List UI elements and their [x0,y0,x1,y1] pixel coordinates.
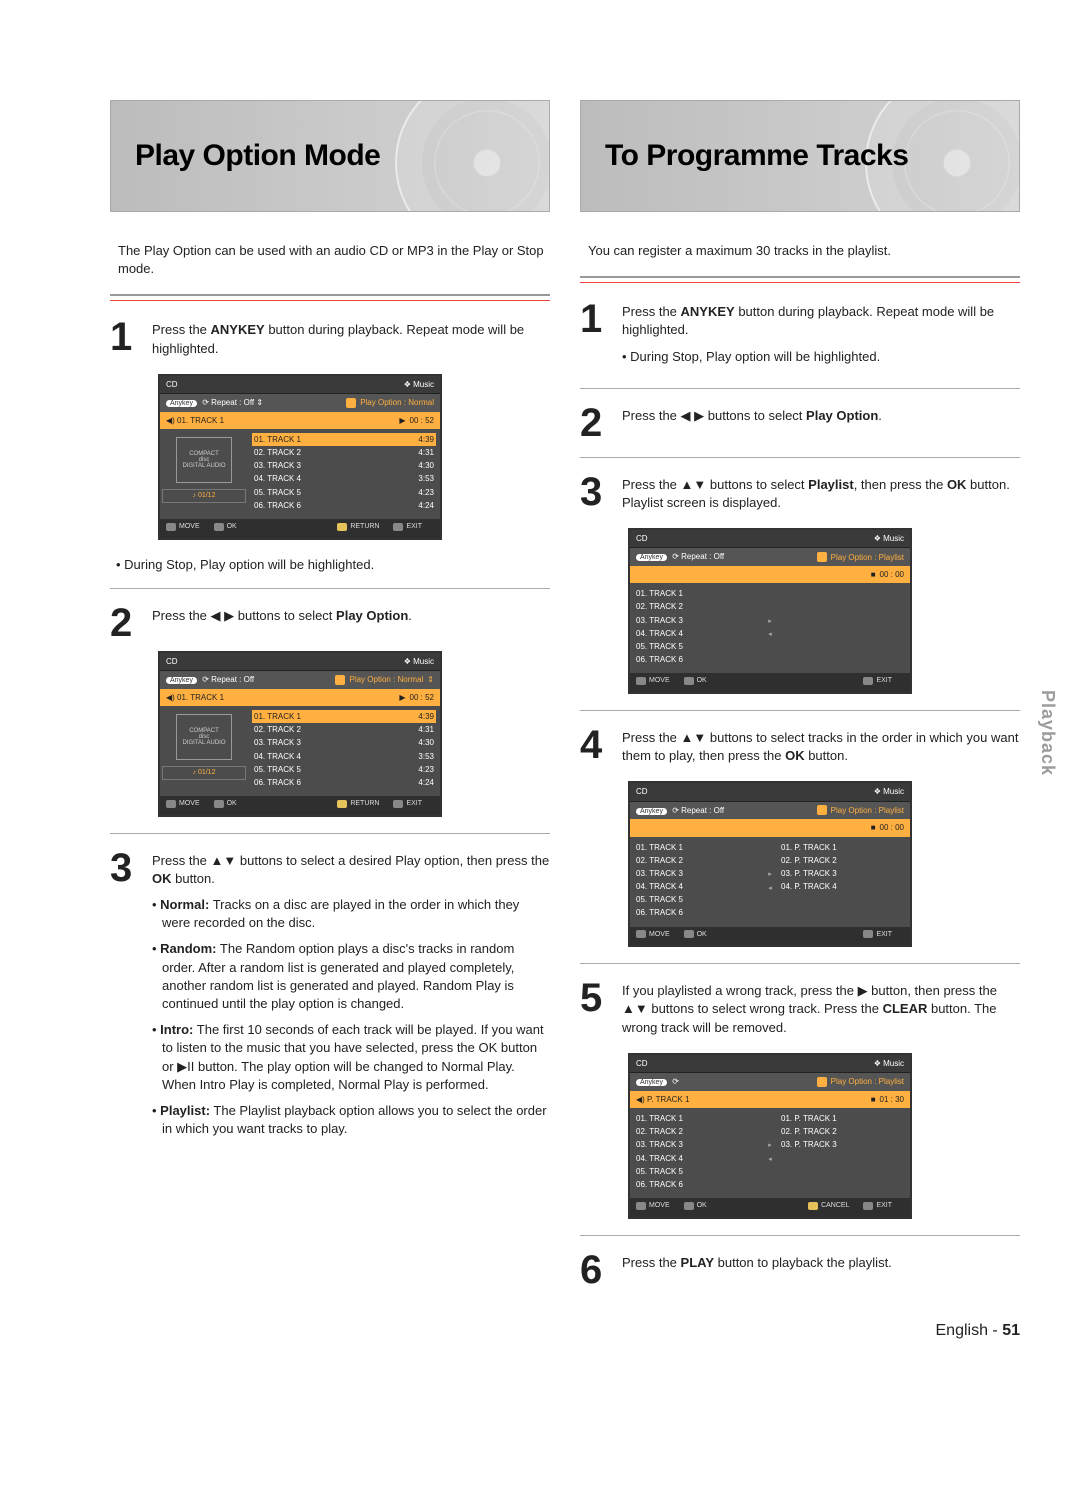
right-title: To Programme Tracks [605,135,908,177]
step-text: Press the ANYKEY button during playback.… [152,321,550,357]
step-number: 6 [580,1250,614,1290]
left-step-2: 2 Press the ◀ ▶ buttons to select Play O… [110,603,550,643]
divider [110,833,550,834]
left-title: Play Option Mode [135,135,380,177]
left-step-1: 1 Press the ANYKEY button during playbac… [110,317,550,365]
step-number: 3 [580,472,614,520]
step-number: 2 [580,403,614,443]
pager: ♪ 01/12 [162,489,246,503]
right-section-banner: To Programme Tracks [580,100,1020,212]
left-section-banner: Play Option Mode [110,100,550,212]
screenshot-cd-normal-2: CD❖ Music Anykey ⟳ Repeat : Off Play Opt… [158,651,442,817]
step-text: Press the ▲▼ buttons to select a desired… [152,852,550,888]
pager: ♪ 01/12 [162,766,246,780]
step-number: 1 [580,299,614,374]
left-step1-note: • During Stop, Play option will be highl… [116,556,550,574]
step-number: 4 [580,725,614,773]
right-step-3: 3 Press the ▲▼ buttons to select Playlis… [580,472,1020,520]
right-step-4: 4 Press the ▲▼ buttons to select tracks … [580,725,1020,773]
step-text: If you playlisted a wrong track, press t… [622,982,1020,1037]
left-column: Play Option Mode The Play Option can be … [110,100,550,1342]
step-number: 5 [580,978,614,1045]
side-tab-playback: Playback [1035,690,1060,776]
play-option-icon [817,805,827,815]
right-intro: You can register a maximum 30 tracks in … [588,242,1020,260]
play-option-list: Normal: Tracks on a disc are played in t… [152,896,550,1138]
divider [580,710,1020,711]
step-text: Press the ◀ ▶ buttons to select Play Opt… [152,607,550,625]
step-text: Press the ◀ ▶ buttons to select Play Opt… [622,407,1020,425]
divider [580,963,1020,964]
right-step-1: 1 Press the ANYKEY button during playbac… [580,299,1020,374]
step-number: 3 [110,848,144,1147]
step-text: Press the ▲▼ buttons to select Playlist,… [622,476,1020,512]
play-option-icon [346,398,356,408]
screenshot-playlist-building: CD❖ Music Anykey ⟳ Repeat : Off Play Opt… [628,781,912,947]
right-step-2: 2 Press the ◀ ▶ buttons to select Play O… [580,403,1020,443]
page-footer: English - 51 [580,1320,1020,1342]
divider [580,388,1020,389]
right-column: To Programme Tracks You can register a m… [580,100,1020,1342]
screenshot-playlist-empty: CD❖ Music Anykey ⟳ Repeat : Off Play Opt… [628,528,912,694]
step-text: Press the PLAY button to playback the pl… [622,1254,1020,1272]
divider [580,276,1020,283]
divider [580,457,1020,458]
left-intro: The Play Option can be used with an audi… [118,242,550,278]
divider [110,588,550,589]
step-text: Press the ▲▼ buttons to select tracks in… [622,729,1020,765]
step-number: 1 [110,317,144,365]
divider [580,1235,1020,1236]
step-text: Press the ANYKEY button during playback.… [622,303,1020,339]
step-note: • During Stop, Play option will be highl… [622,348,1020,366]
disc-logo-icon: COMPACTdiscDIGITAL AUDIO [176,714,232,760]
step-number: 2 [110,603,144,643]
right-step-6: 6 Press the PLAY button to playback the … [580,1250,1020,1290]
cd-icon [395,100,550,212]
screenshot-cd-normal-1: CD❖ Music Anykey ⟳ Repeat : Off ⇕ Play O… [158,374,442,540]
right-step-5: 5 If you playlisted a wrong track, press… [580,978,1020,1045]
play-option-icon [817,552,827,562]
play-option-icon [817,1077,827,1087]
left-step-3: 3 Press the ▲▼ buttons to select a desir… [110,848,550,1147]
disc-logo-icon: COMPACTdiscDIGITAL AUDIO [176,437,232,483]
play-option-icon [335,675,345,685]
divider [110,294,550,301]
screenshot-playlist-remove: CD❖ Music Anykey ⟳ Play Option : Playlis… [628,1053,912,1219]
